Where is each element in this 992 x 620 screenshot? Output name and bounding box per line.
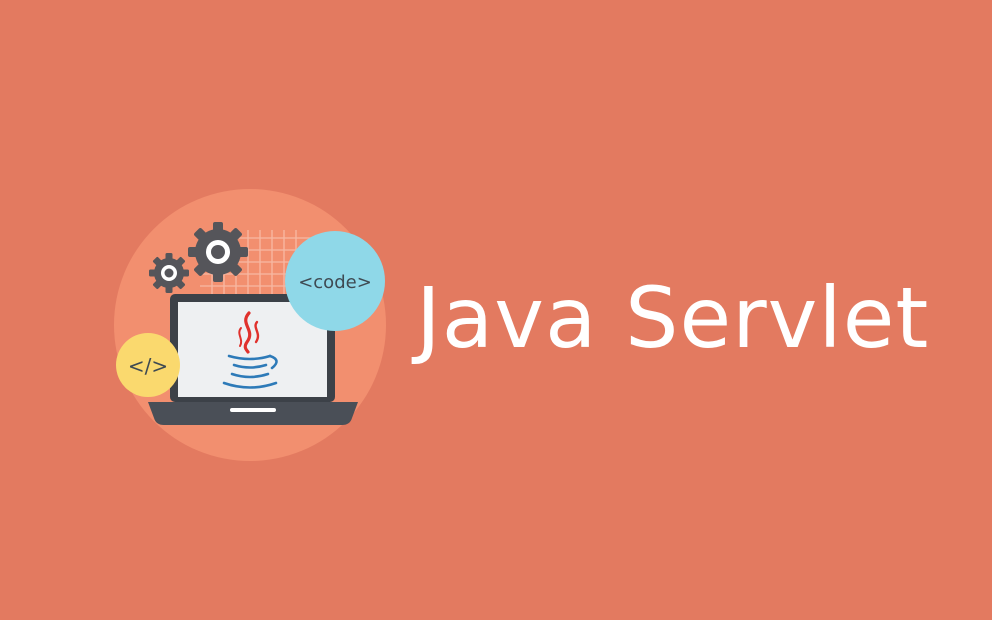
code-badge: <code> [285,231,385,331]
gear-icon [149,253,189,293]
gear-icon [188,222,248,282]
code-badge-label: <code> [298,272,372,293]
html-badge-label: </> [128,354,168,378]
page-title: Java Servlet [416,269,930,367]
banner: <code> </> Java Servlet [0,0,992,620]
html-badge: </> [116,333,180,397]
